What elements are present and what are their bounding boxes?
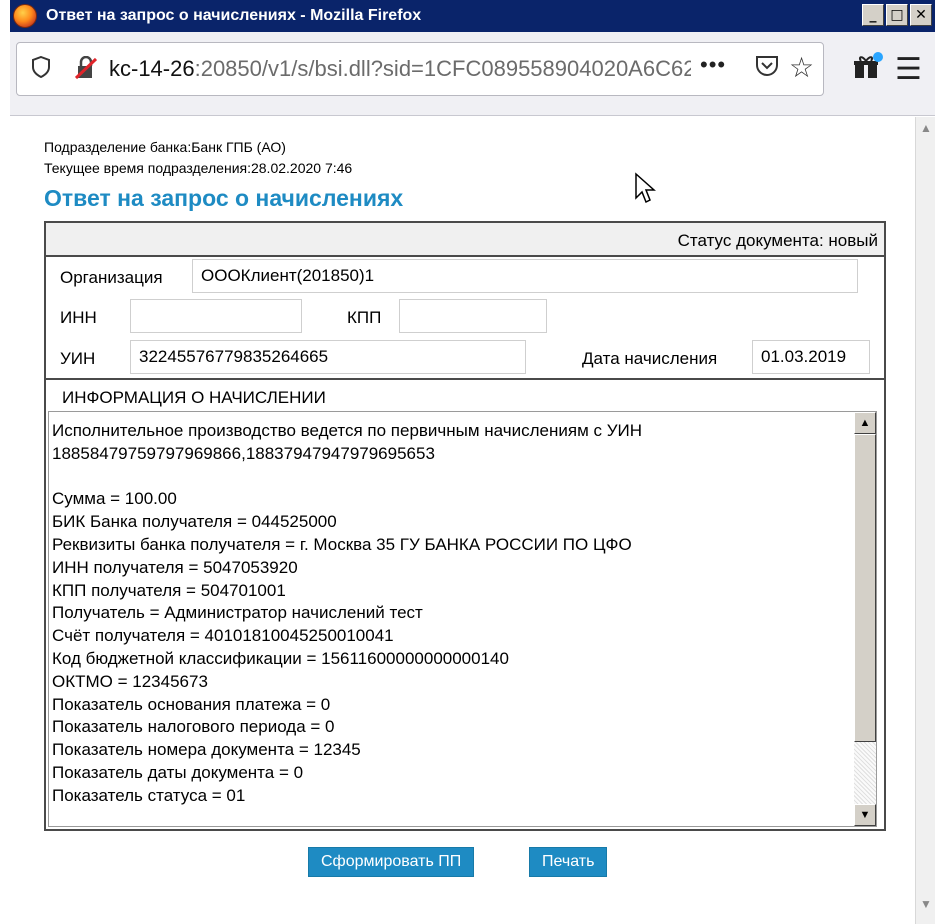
scroll-up-icon[interactable]: ▲	[918, 121, 934, 137]
branch-time: Текущее время подразделения:28.02.2020 7…	[44, 160, 353, 176]
print-button[interactable]: Печать	[529, 847, 608, 877]
document-status: Статус документа: новый	[677, 231, 878, 250]
shield-icon[interactable]	[31, 55, 51, 84]
info-line: Показатель основания платежа = 0	[52, 694, 331, 714]
textarea-scroll-up-icon[interactable]: ▲	[854, 412, 876, 434]
info-line: БИК Банка получателя = 044525000	[52, 512, 337, 532]
info-line: Показатель даты документа = 0	[52, 762, 304, 782]
window-title: Ответ на запрос о начислениях - Mozilla …	[46, 7, 422, 24]
info-line: Код бюджетной классификации = 1561160000…	[52, 648, 509, 668]
info-line: Получатель = Администратор начислений те…	[52, 603, 423, 623]
info-line: ИНН получателя = 5047053920	[52, 557, 298, 577]
kpp-field[interactable]	[399, 299, 547, 333]
info-line: Показатель номера документа = 12345	[52, 740, 361, 760]
pocket-icon[interactable]	[755, 53, 779, 84]
info-line: КПП получателя = 504701001	[52, 580, 286, 600]
charge-info-text: Исполнительное производство ведется по п…	[52, 420, 847, 808]
gift-icon[interactable]	[853, 52, 883, 88]
minimize-button[interactable]: _	[862, 4, 884, 26]
textarea-scroll-down-icon[interactable]: ▼	[854, 804, 876, 826]
insecure-lock-icon[interactable]	[74, 55, 98, 80]
textarea-scroll-thumb[interactable]	[854, 434, 876, 742]
create-payment-order-button[interactable]: Сформировать ПП	[308, 847, 475, 877]
status-bar: Статус документа: новый	[46, 223, 884, 257]
info-line: Реквизиты банка получателя = г. Москва 3…	[52, 534, 632, 554]
info-line: Исполнительное производство ведется по п…	[52, 421, 643, 440]
kpp-label: КПП	[347, 308, 382, 327]
uin-field[interactable]: 32245576779835264665	[130, 340, 526, 374]
info-section-title: ИНФОРМАЦИЯ О НАЧИСЛЕНИИ	[62, 388, 326, 407]
close-button[interactable]: ✕	[910, 4, 932, 26]
url-path: :20850/v1/s/bsi.dll?sid=1CFC089558904020…	[194, 56, 691, 81]
org-field[interactable]: OOOКлиент(201850)1	[192, 259, 858, 293]
info-line: Показатель налогового периода = 0	[52, 717, 335, 737]
inn-label: ИНН	[60, 308, 97, 327]
info-line: Показатель статуса = 01	[52, 785, 246, 805]
org-label: Организация	[60, 268, 163, 287]
info-line: Сумма = 100.00	[52, 489, 177, 509]
info-line	[52, 466, 847, 489]
info-line: 18858479759797969866,1883794794797969565…	[52, 443, 435, 463]
page-scrollbar[interactable]: ▲ ▼	[915, 117, 935, 924]
star-icon[interactable]: ☆	[789, 51, 814, 84]
page-title: Ответ на запрос о начислениях	[44, 185, 404, 211]
uin-label: УИН	[60, 349, 96, 368]
charge-info-textarea[interactable]: Исполнительное производство ведется по п…	[48, 411, 877, 827]
info-line: ОКТМО = 12345673	[52, 671, 208, 691]
response-form: Статус документа: новый Организация OOOК…	[44, 221, 886, 831]
date-field[interactable]: 01.03.2019	[752, 340, 870, 374]
notification-dot	[873, 52, 883, 62]
maximize-button[interactable]: □	[886, 4, 908, 26]
url-host: kc-14-26	[109, 56, 195, 81]
info-line: Счёт получателя = 40101810045250010041	[52, 626, 394, 646]
url-text[interactable]: kc-14-26:20850/v1/s/bsi.dll?sid=1CFC0895…	[109, 56, 691, 82]
browser-toolbar: kc-14-26:20850/v1/s/bsi.dll?sid=1CFC0895…	[10, 32, 935, 116]
textarea-scrollbar[interactable]: ▲ ▼	[854, 412, 876, 826]
firefox-icon	[13, 4, 37, 28]
window-titlebar[interactable]: Ответ на запрос о начислениях - Mozilla …	[10, 0, 935, 32]
hamburger-icon[interactable]: ☰	[895, 52, 922, 87]
mouse-cursor-icon	[635, 172, 656, 204]
address-bar[interactable]: kc-14-26:20850/v1/s/bsi.dll?sid=1CFC0895…	[16, 42, 824, 96]
page-actions-icon[interactable]: •••	[700, 52, 726, 78]
bank-branch: Подразделение банка:Банк ГПБ (АО)	[44, 139, 286, 155]
scroll-down-icon[interactable]: ▼	[918, 897, 934, 913]
date-label: Дата начисления	[582, 349, 718, 368]
inn-field[interactable]	[130, 299, 302, 333]
section-divider	[46, 378, 884, 380]
